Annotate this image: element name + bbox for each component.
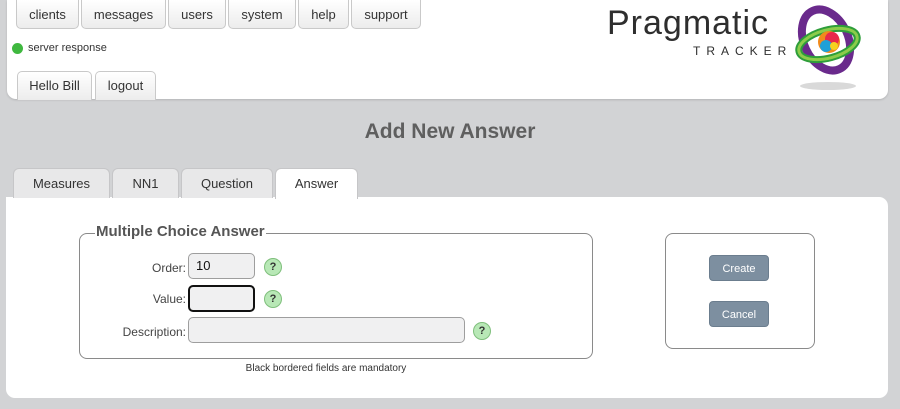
tab-answer[interactable]: Answer: [275, 168, 358, 199]
nav-tab-clients[interactable]: clients: [16, 0, 79, 29]
order-help-icon[interactable]: ?: [264, 258, 282, 276]
tab-measures[interactable]: Measures: [13, 168, 110, 198]
status-dot-icon: [12, 42, 23, 54]
page-title: Add New Answer: [364, 120, 536, 143]
order-field[interactable]: 10: [188, 253, 255, 279]
tab-question[interactable]: Question: [181, 168, 273, 198]
tab-nn1[interactable]: NN1: [112, 168, 179, 198]
create-button[interactable]: Create: [709, 255, 769, 281]
logo-name: Pragmatic: [607, 4, 770, 42]
action-box: [665, 233, 815, 349]
cancel-button[interactable]: Cancel: [709, 301, 769, 327]
nav-tab-messages[interactable]: messages: [81, 0, 166, 29]
mandatory-note: Black bordered fields are mandatory: [245, 363, 407, 374]
description-help-icon[interactable]: ?: [473, 322, 491, 340]
logo-swirl-icon: [795, 5, 861, 90]
nav-tab-help[interactable]: help: [298, 0, 349, 29]
value-help-icon[interactable]: ?: [264, 290, 282, 308]
value-field[interactable]: [188, 285, 255, 312]
logout-button[interactable]: logout: [95, 71, 156, 100]
description-field[interactable]: [188, 317, 465, 343]
server-status: server response: [12, 42, 107, 54]
user-greeting[interactable]: Hello Bill: [17, 71, 92, 100]
fieldset-legend: Multiple Choice Answer: [95, 223, 266, 240]
server-status-label: server response: [28, 42, 107, 54]
nav-tab-system[interactable]: system: [228, 0, 296, 29]
nav-tab-support[interactable]: support: [351, 0, 421, 29]
nav-tab-users[interactable]: users: [168, 0, 226, 29]
value-label: Value:: [152, 292, 186, 306]
description-label: Description:: [122, 325, 186, 339]
logo-subtitle: TRACKER: [693, 44, 793, 58]
order-label: Order:: [151, 261, 186, 275]
